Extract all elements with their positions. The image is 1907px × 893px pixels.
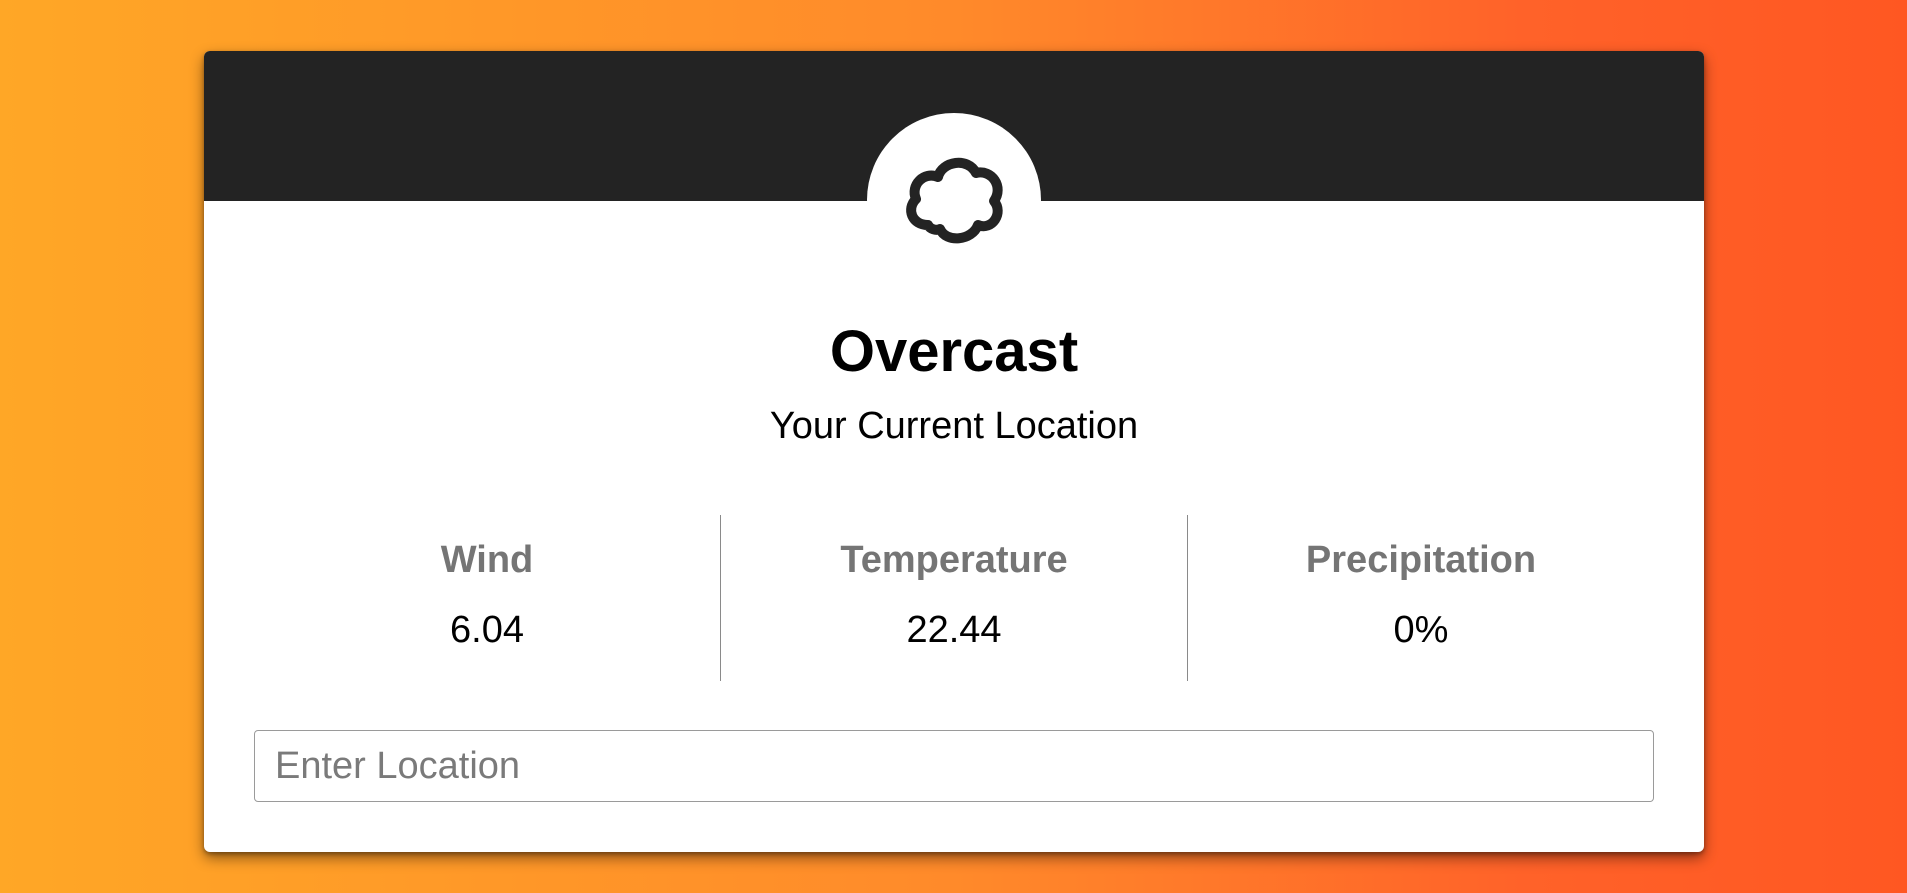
location-name: Your Current Location — [769, 405, 1139, 447]
weather-icon-badge — [867, 113, 1041, 287]
location-search-input[interactable] — [254, 730, 1654, 802]
stat-temperature: Temperature 22.44 — [720, 515, 1187, 681]
stat-value-precipitation: 0% — [1393, 609, 1449, 651]
weather-card: Overcast Your Current Location Wind 6.04… — [204, 51, 1704, 852]
weather-condition: Overcast — [829, 319, 1079, 384]
stat-label-precipitation: Precipitation — [1305, 539, 1537, 581]
stat-label-wind: Wind — [440, 539, 534, 581]
stat-precipitation: Precipitation 0% — [1187, 515, 1654, 681]
stat-label-temperature: Temperature — [840, 539, 1068, 581]
weather-stats: Wind 6.04 Temperature 22.44 Precipitatio… — [254, 515, 1654, 681]
cloud-icon — [906, 158, 1003, 244]
stat-value-temperature: 22.44 — [906, 609, 1002, 651]
stat-value-wind: 6.04 — [450, 609, 524, 651]
stat-wind: Wind 6.04 — [254, 515, 720, 681]
